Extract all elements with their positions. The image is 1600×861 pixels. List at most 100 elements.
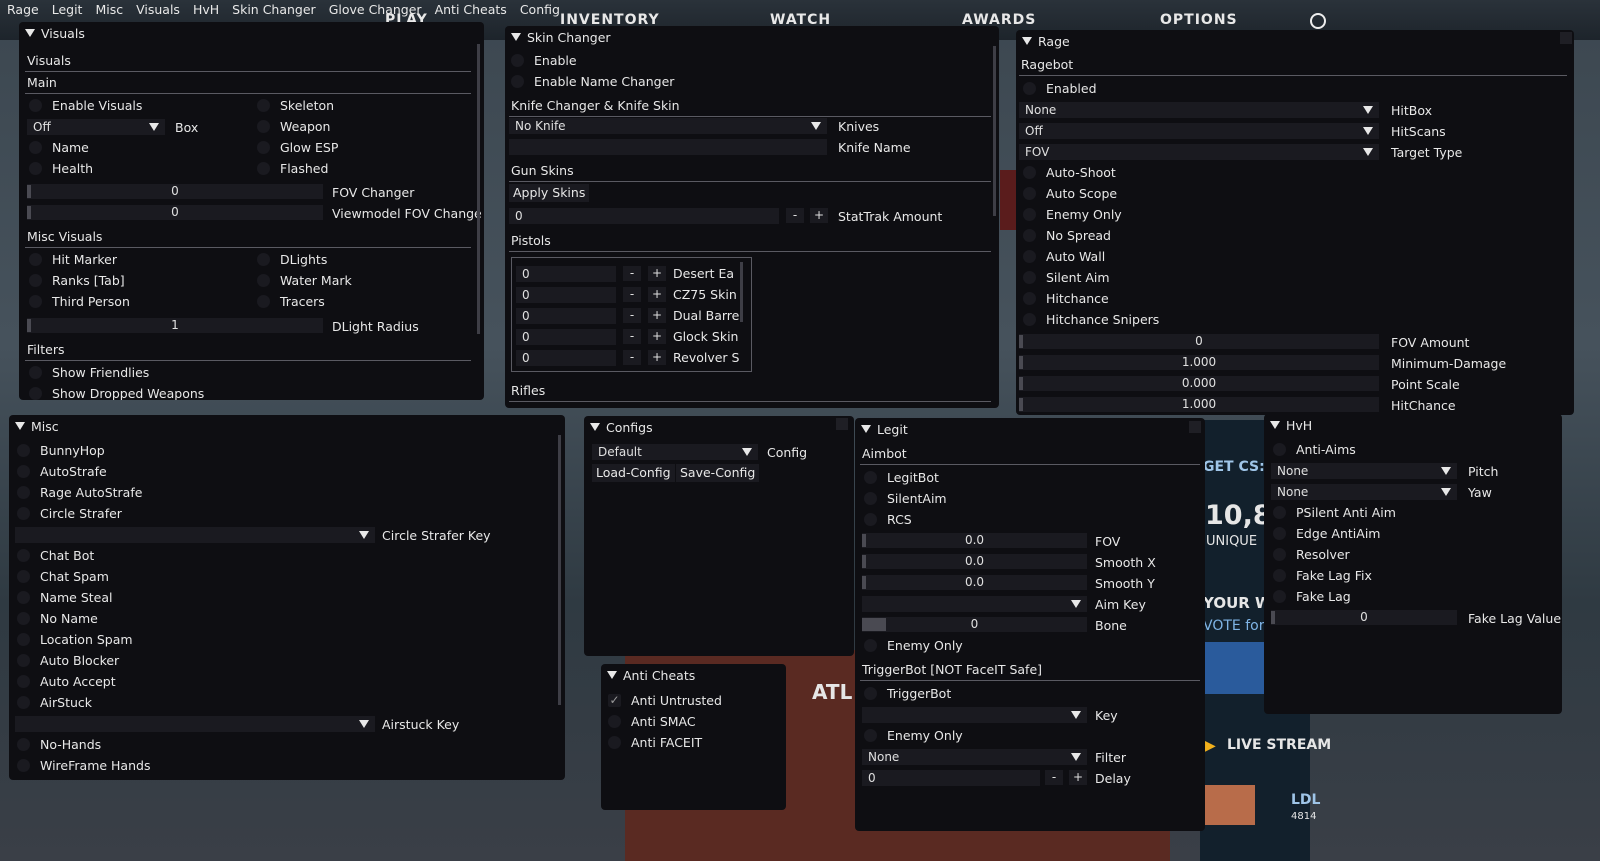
fov-changer-slider[interactable]: 0: [27, 184, 323, 199]
no-hands-checkbox[interactable]: No-Hands: [17, 737, 101, 752]
chevron-down-icon[interactable]: [149, 123, 159, 131]
checkbox-icon[interactable]: [17, 465, 30, 478]
menu-glove-changer[interactable]: Glove Changer: [322, 0, 428, 20]
chevron-down-icon[interactable]: [742, 448, 752, 456]
hitbox-dropdown[interactable]: None: [1019, 102, 1379, 118]
auto-shoot-checkbox[interactable]: Auto-Shoot: [1023, 165, 1116, 180]
chevron-down-icon[interactable]: [359, 531, 369, 539]
location-spam-checkbox[interactable]: Location Spam: [17, 632, 133, 647]
menu-misc[interactable]: Misc: [88, 0, 129, 20]
checkbox-icon[interactable]: [864, 492, 877, 505]
box-dropdown[interactable]: Off: [27, 119, 165, 135]
collapse-icon[interactable]: [1270, 421, 1280, 429]
aim-key-dropdown[interactable]: [862, 596, 1087, 612]
pistol-plus-button[interactable]: +: [648, 266, 666, 281]
bone-slider[interactable]: 0: [862, 617, 1087, 632]
slider-grab[interactable]: [27, 319, 31, 332]
checkbox-icon[interactable]: [864, 639, 877, 652]
pistol-value-input[interactable]: 0: [516, 287, 616, 303]
checkbox-icon[interactable]: [17, 696, 30, 709]
chevron-down-icon[interactable]: [1071, 753, 1081, 761]
checkbox-icon[interactable]: [257, 295, 270, 308]
enable-name-changer-checkbox[interactable]: Enable Name Changer: [511, 74, 674, 89]
wireframe-hands-checkbox[interactable]: WireFrame Hands: [17, 758, 150, 773]
scrollbar[interactable]: [740, 262, 743, 322]
checkbox-icon[interactable]: [17, 612, 30, 625]
enable-visuals-checkbox[interactable]: Enable Visuals: [29, 98, 142, 113]
checkbox-icon[interactable]: [1023, 82, 1036, 95]
collapse-icon[interactable]: [511, 33, 521, 41]
pistol-minus-button[interactable]: -: [623, 266, 641, 281]
scrollbar[interactable]: [993, 46, 996, 216]
no-spread-checkbox[interactable]: No Spread: [1023, 228, 1111, 243]
menu-hvh[interactable]: HvH: [186, 0, 225, 20]
delay-plus-button[interactable]: +: [1069, 770, 1087, 785]
third-person-checkbox[interactable]: Third Person: [29, 294, 130, 309]
chat-bot-checkbox[interactable]: Chat Bot: [17, 548, 94, 563]
save-config-button[interactable]: Save-Config: [676, 464, 760, 482]
weapon-checkbox[interactable]: Weapon: [257, 119, 330, 134]
resize-handle[interactable]: [1560, 32, 1572, 44]
visuals-title-bar[interactable]: Visuals: [19, 22, 484, 44]
collapse-icon[interactable]: [590, 423, 600, 431]
checkbox-icon[interactable]: [608, 715, 621, 728]
stream-thumbnail[interactable]: [1205, 785, 1255, 825]
slider-grab[interactable]: [1019, 377, 1023, 390]
collapse-icon[interactable]: [607, 671, 617, 679]
collapse-icon[interactable]: [25, 29, 35, 37]
checkbox-icon[interactable]: [17, 486, 30, 499]
configs-title-bar[interactable]: Configs: [584, 416, 854, 438]
load-config-button[interactable]: Load-Config: [592, 464, 675, 482]
flashed-checkbox[interactable]: Flashed: [257, 161, 328, 176]
pistol-minus-button[interactable]: -: [623, 308, 641, 323]
checkbox-icon[interactable]: [1273, 443, 1286, 456]
game-vote-banner[interactable]: [1205, 642, 1265, 694]
silentaim-checkbox[interactable]: SilentAim: [864, 491, 947, 506]
legit-title-bar[interactable]: Legit: [855, 418, 1205, 440]
chevron-down-icon[interactable]: [1441, 488, 1451, 496]
menu-visuals[interactable]: Visuals: [129, 0, 186, 20]
knife-dropdown[interactable]: No Knife: [509, 118, 827, 134]
game-nav-options[interactable]: OPTIONS: [1160, 12, 1238, 28]
legitbot-checkbox[interactable]: LegitBot: [864, 470, 939, 485]
menu-rage[interactable]: Rage: [0, 0, 45, 20]
chat-spam-checkbox[interactable]: Chat Spam: [17, 569, 109, 584]
health-checkbox[interactable]: Health: [29, 161, 93, 176]
checkbox-icon[interactable]: [1023, 229, 1036, 242]
checkbox-icon[interactable]: [1023, 313, 1036, 326]
hitchance-checkbox[interactable]: Hitchance: [1023, 291, 1109, 306]
slider-grab[interactable]: [1019, 398, 1023, 411]
circle-strafer-checkbox[interactable]: Circle Strafer: [17, 506, 122, 521]
hitchance-slider[interactable]: 1.000: [1019, 397, 1379, 412]
pistol-minus-button[interactable]: -: [623, 287, 641, 302]
trigger-enemy-only-checkbox[interactable]: Enemy Only: [864, 728, 963, 743]
pistol-plus-button[interactable]: +: [648, 308, 666, 323]
point-scale-slider[interactable]: 0.000: [1019, 376, 1379, 391]
fake-lag-value-slider[interactable]: 0: [1271, 610, 1457, 625]
filter-dropdown[interactable]: None: [862, 749, 1087, 765]
resolver-checkbox[interactable]: Resolver: [1273, 547, 1350, 562]
rcs-checkbox[interactable]: RCS: [864, 512, 912, 527]
checkbox-icon[interactable]: [257, 253, 270, 266]
pistol-value-input[interactable]: 0: [516, 308, 616, 324]
rage-autostrafe-checkbox[interactable]: Rage AutoStrafe: [17, 485, 142, 500]
checkbox-icon[interactable]: [608, 736, 621, 749]
checkbox-icon[interactable]: [257, 120, 270, 133]
triggerbot-checkbox[interactable]: TriggerBot: [864, 686, 951, 701]
checkbox-icon[interactable]: [29, 387, 42, 400]
misc-title-bar[interactable]: Misc: [9, 415, 565, 437]
checkbox-icon[interactable]: [17, 675, 30, 688]
resize-handle[interactable]: [1189, 421, 1201, 433]
checkbox-icon[interactable]: [29, 253, 42, 266]
resize-handle[interactable]: [836, 418, 848, 430]
show-friendlies-checkbox[interactable]: Show Friendlies: [29, 365, 149, 380]
checkbox-icon[interactable]: [29, 162, 42, 175]
enabled-checkbox[interactable]: Enabled: [1023, 81, 1097, 96]
checkbox-icon[interactable]: [29, 274, 42, 287]
smooth-y-slider[interactable]: 0.0: [862, 575, 1087, 590]
hit-marker-checkbox[interactable]: Hit Marker: [29, 252, 117, 267]
menu-legit[interactable]: Legit: [45, 0, 89, 20]
bunnyhop-checkbox[interactable]: BunnyHop: [17, 443, 105, 458]
checkbox-icon[interactable]: [17, 654, 30, 667]
menu-skin-changer[interactable]: Skin Changer: [225, 0, 322, 20]
